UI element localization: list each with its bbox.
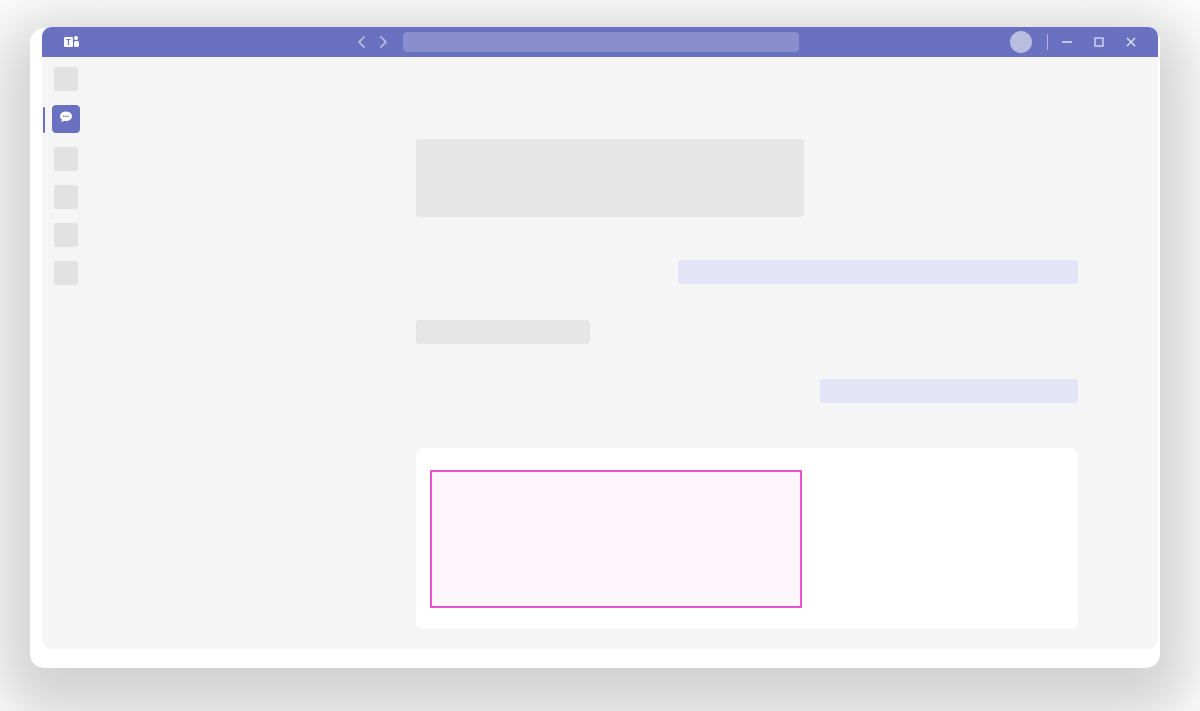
rail-item-calls[interactable] <box>54 223 78 247</box>
nav-arrows <box>357 27 387 57</box>
title-bar: T <box>42 27 1158 57</box>
rail-item-chat[interactable] <box>52 105 80 133</box>
close-button[interactable] <box>1124 35 1138 49</box>
titlebar-divider <box>1047 34 1048 50</box>
search-input[interactable] <box>403 32 799 52</box>
message-outgoing <box>678 260 1078 284</box>
rail-item-files[interactable] <box>54 261 78 285</box>
message-incoming <box>416 139 804 217</box>
svg-text:T: T <box>66 38 71 47</box>
restore-button[interactable] <box>1092 35 1106 49</box>
app-rail <box>42 57 90 649</box>
rail-item-teams[interactable] <box>54 147 78 171</box>
avatar[interactable] <box>1010 31 1032 53</box>
app-window: T <box>42 27 1158 649</box>
chat-pane <box>90 57 1158 649</box>
rail-item-calendar[interactable] <box>54 185 78 209</box>
compose-highlight[interactable] <box>430 470 802 608</box>
teams-icon: T <box>64 34 80 50</box>
message-incoming <box>416 320 590 344</box>
rail-active-indicator <box>43 107 45 133</box>
message-outgoing <box>820 379 1078 403</box>
window-controls <box>1060 27 1138 57</box>
forward-button[interactable] <box>378 35 387 49</box>
back-button[interactable] <box>357 35 366 49</box>
chat-icon <box>58 109 74 130</box>
minimize-button[interactable] <box>1060 35 1074 49</box>
rail-item-activity[interactable] <box>54 67 78 91</box>
app-body <box>42 57 1158 649</box>
